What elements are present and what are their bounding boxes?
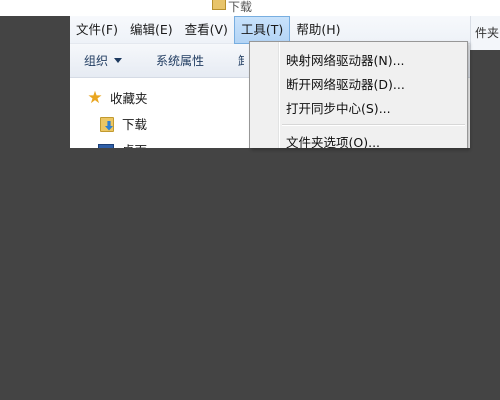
nav-item-favorites[interactable]: ★ 收藏夹	[86, 87, 148, 108]
menu-item-folder-options[interactable]: 文件夹选项(O)...	[286, 132, 380, 148]
system-properties-label: 系统属性	[156, 54, 205, 68]
menu-gutter-highlight	[279, 42, 280, 148]
organize-label: 组织	[84, 54, 109, 68]
menu-edit[interactable]: 编辑(E)	[124, 17, 179, 43]
menu-item-map-network-drive[interactable]: 映射网络驱动器(N)...	[286, 50, 405, 69]
menu-item-disconnect-network-drive[interactable]: 断开网络驱动器(D)...	[286, 74, 405, 93]
background-window-side-text: 件夹	[470, 16, 500, 50]
navigation-pane: ★ 收藏夹 下载 桌面	[70, 78, 240, 148]
organize-button[interactable]: 组织	[84, 52, 123, 69]
menu-item-open-sync-center[interactable]: 打开同步中心(S)...	[286, 98, 391, 117]
menu-bar: 文件(F) 编辑(E) 查看(V) 工具(T) 帮助(H)	[70, 16, 470, 44]
uninstall-button-partial[interactable]: 卸	[238, 52, 244, 69]
nav-item-label: 收藏夹	[110, 91, 148, 106]
background-window-title: 下载	[228, 0, 253, 14]
nav-item-downloads[interactable]: 下载	[100, 114, 147, 133]
download-folder-icon	[100, 115, 116, 133]
menu-tools[interactable]: 工具(T)	[233, 16, 291, 44]
menu-help[interactable]: 帮助(H)	[290, 17, 346, 43]
menu-file[interactable]: 文件(F)	[70, 17, 124, 43]
menu-separator-highlight	[282, 125, 465, 126]
nav-item-label: 下载	[122, 117, 148, 132]
menu-view[interactable]: 查看(V)	[179, 17, 234, 43]
nav-item-label: 桌面	[122, 140, 147, 148]
system-properties-button[interactable]: 系统属性	[156, 52, 204, 69]
background-window: 下载	[0, 0, 500, 16]
chevron-down-icon	[114, 58, 123, 63]
desktop-icon	[98, 143, 114, 148]
folder-icon	[212, 0, 226, 10]
screen: 下载 件夹 文件(F) 编辑(E) 查看(V) 工具(T) 帮助(H) 组织 系…	[0, 0, 500, 400]
star-icon: ★	[87, 87, 103, 108]
nav-item-desktop[interactable]: 桌面	[98, 140, 147, 148]
tools-menu-dropdown: 映射网络驱动器(N)... 断开网络驱动器(D)... 打开同步中心(S)...…	[249, 41, 468, 148]
